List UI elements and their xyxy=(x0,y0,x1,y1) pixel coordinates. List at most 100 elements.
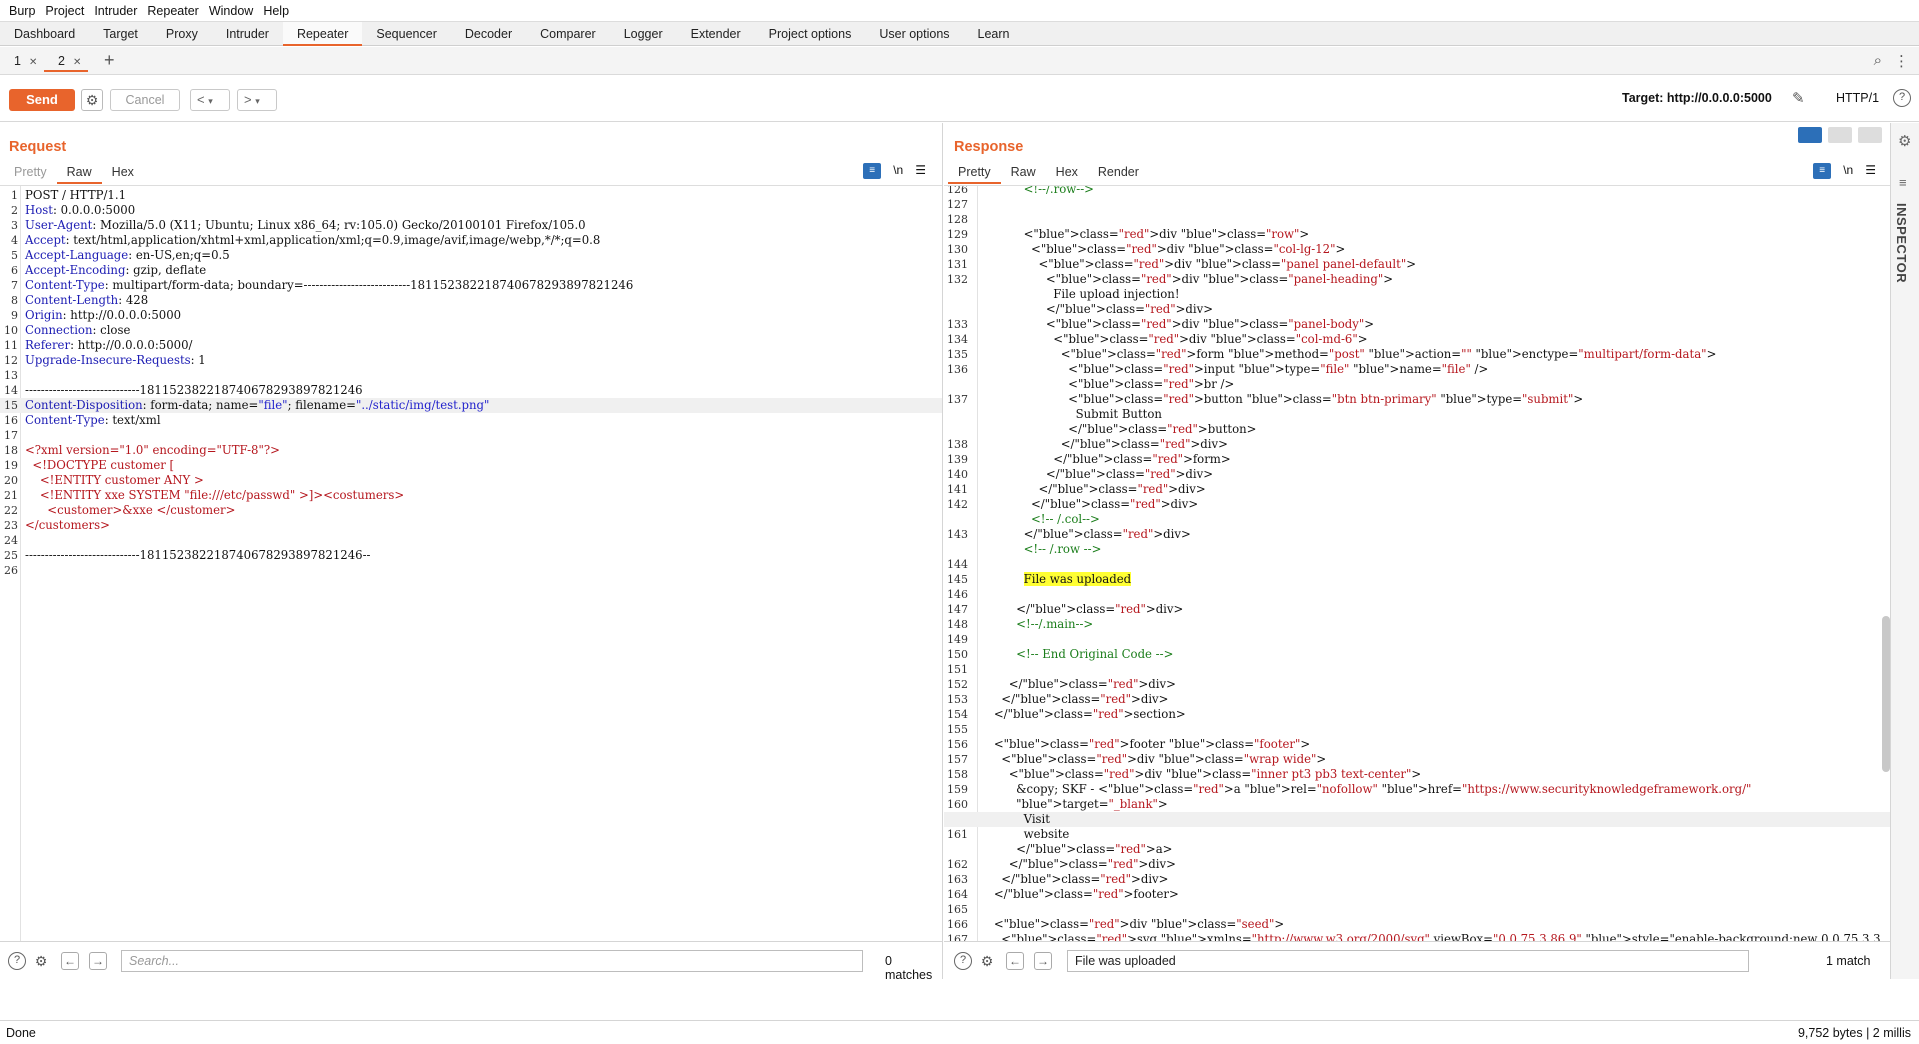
response-scrollbar[interactable] xyxy=(1882,616,1890,772)
response-editor[interactable]: 126 <!--/.row--> 127 128 129 <"blue">class=… xyxy=(944,185,1890,941)
line-number: 12 xyxy=(4,354,18,367)
line-number: 131 xyxy=(947,258,968,271)
response-line: <"blue">class="red">br /> xyxy=(944,377,1890,392)
search-icon[interactable]: ⌕ xyxy=(1874,52,1882,70)
arrow-left-icon[interactable]: ← xyxy=(1006,952,1024,970)
line-number: 159 xyxy=(947,783,968,796)
line-text: <!ENTITY xxe SYSTEM "file:///etc/passwd"… xyxy=(25,488,405,502)
tab-sequencer[interactable]: Sequencer xyxy=(362,22,450,46)
menu-icon[interactable]: ☰ xyxy=(1865,163,1876,179)
gear-icon[interactable]: ⚙ xyxy=(1898,132,1911,150)
tab-raw[interactable]: Raw xyxy=(56,161,102,184)
tab-user-options[interactable]: User options xyxy=(865,22,963,46)
tab-project-options[interactable]: Project options xyxy=(755,22,866,46)
arrow-left-icon[interactable]: ← xyxy=(61,952,79,970)
tab-repeater[interactable]: Repeater xyxy=(282,22,363,46)
line-text: <!-- /.row --> xyxy=(979,542,1102,556)
tab-comparer[interactable]: Comparer xyxy=(526,22,610,46)
request-editor[interactable]: 1 POST / HTTP/1.1 2 Host: 0.0.0.0:5000 3 User… xyxy=(0,185,942,941)
menu-icon[interactable]: ☰ xyxy=(915,163,926,179)
line-text: </"blue">class="red">div> xyxy=(979,692,1169,706)
request-line: 12 Upgrade-Insecure-Requests: 1 xyxy=(0,353,942,368)
response-line: 133 <"blue">class="red">div "blue">class… xyxy=(944,317,1890,332)
request-line: 21 <!ENTITY xxe SYSTEM "file:///etc/pass… xyxy=(0,488,942,503)
line-number: 138 xyxy=(947,438,968,451)
newline-toggle-icon[interactable]: \n xyxy=(1843,163,1853,179)
line-text: Referer: http://0.0.0.0:5000/ xyxy=(25,338,193,352)
tab-intruder[interactable]: Intruder xyxy=(212,22,283,46)
edit-target-icon[interactable]: ✎ xyxy=(1792,89,1805,107)
add-tab-icon[interactable]: + xyxy=(104,50,115,71)
tab-raw[interactable]: Raw xyxy=(1001,161,1046,184)
line-number: 2 xyxy=(11,204,18,217)
protocol-label[interactable]: HTTP/1 xyxy=(1836,91,1879,105)
line-number: 157 xyxy=(947,753,968,766)
menu-repeater[interactable]: Repeater xyxy=(142,4,203,18)
response-match-count: 1 match xyxy=(1826,954,1871,968)
menu-intruder[interactable]: Intruder xyxy=(89,4,142,18)
newline-toggle-icon[interactable]: \n xyxy=(893,163,903,179)
gear-icon[interactable]: ⚙ xyxy=(32,952,50,970)
layout-stacked-icon[interactable] xyxy=(1828,127,1852,143)
tab-proxy[interactable]: Proxy xyxy=(152,22,212,46)
inspector-panel[interactable]: ⚙ ≡ INSPECTOR xyxy=(1890,123,1919,979)
response-line: 162 </"blue">class="red">div> xyxy=(944,857,1890,872)
wrap-lines-icon[interactable]: ≡ xyxy=(863,163,882,179)
line-text: </"blue">class="red">div> xyxy=(979,302,1214,316)
gear-icon[interactable]: ⚙ xyxy=(978,952,996,970)
request-line: 11 Referer: http://0.0.0.0:5000/ xyxy=(0,338,942,353)
send-button[interactable]: Send xyxy=(9,89,75,111)
line-text: Accept-Language: en-US,en;q=0.5 xyxy=(25,248,230,262)
help-icon[interactable]: ? xyxy=(1893,89,1911,107)
tab-hex[interactable]: Hex xyxy=(102,161,144,184)
line-number: 6 xyxy=(11,264,18,277)
inspector-label[interactable]: INSPECTOR xyxy=(1894,203,1909,283)
inspector-lines-icon[interactable]: ≡ xyxy=(1899,175,1907,190)
line-number: 1 xyxy=(11,189,18,202)
tab-logger[interactable]: Logger xyxy=(610,22,677,46)
forward-button[interactable]: > ▾ xyxy=(237,89,277,111)
line-text: Accept: text/html,application/xhtml+xml,… xyxy=(25,233,601,247)
request-search-input[interactable]: Search... xyxy=(121,950,863,972)
wrap-lines-icon[interactable]: ≡ xyxy=(1813,163,1832,179)
layout-side-by-side-icon[interactable] xyxy=(1798,127,1822,143)
layout-tabs-icon[interactable] xyxy=(1858,127,1882,143)
menu-window[interactable]: Window xyxy=(204,4,258,18)
arrow-right-icon[interactable]: → xyxy=(1034,952,1052,970)
line-text: </"blue">class="red">div> xyxy=(979,482,1206,496)
tab-pretty[interactable]: Pretty xyxy=(4,161,57,184)
tab-target[interactable]: Target xyxy=(89,22,152,46)
repeater-tab-1[interactable]: 1 ✕ xyxy=(0,50,44,72)
repeater-tab-2[interactable]: 2 ✕ xyxy=(44,50,88,72)
arrow-right-icon[interactable]: → xyxy=(89,952,107,970)
tab-extender[interactable]: Extender xyxy=(677,22,755,46)
line-number: 160 xyxy=(947,798,968,811)
menu-help[interactable]: Help xyxy=(258,4,294,18)
more-icon[interactable]: ⋮ xyxy=(1894,52,1909,70)
tab-hex[interactable]: Hex xyxy=(1046,161,1088,184)
menu-burp[interactable]: Burp xyxy=(4,4,40,18)
tab-decoder[interactable]: Decoder xyxy=(451,22,526,46)
response-search-input[interactable]: File was uploaded xyxy=(1067,950,1749,972)
line-text: <"blue">class="red">div "blue">class="pa… xyxy=(979,317,1375,331)
tab-render[interactable]: Render xyxy=(1088,161,1149,184)
line-text: <?xml version="1.0" encoding="UTF-8"?> xyxy=(25,443,280,457)
cancel-button[interactable]: Cancel xyxy=(110,89,180,111)
line-number: 14 xyxy=(4,384,18,397)
help-icon[interactable]: ? xyxy=(8,952,26,970)
back-button[interactable]: < ▾ xyxy=(190,89,230,111)
request-line: 4 Accept: text/html,application/xhtml+xml… xyxy=(0,233,942,248)
tab-learn[interactable]: Learn xyxy=(964,22,1024,46)
line-number: 24 xyxy=(4,534,18,547)
menu-project[interactable]: Project xyxy=(40,4,89,18)
request-line: 2 Host: 0.0.0.0:5000 xyxy=(0,203,942,218)
close-icon[interactable]: ✕ xyxy=(29,57,37,68)
tab-pretty[interactable]: Pretty xyxy=(948,161,1001,184)
line-text: </"blue">class="red">button> xyxy=(979,422,1257,436)
request-line: 5 Accept-Language: en-US,en;q=0.5 xyxy=(0,248,942,263)
tab-dashboard[interactable]: Dashboard xyxy=(0,22,89,46)
help-icon[interactable]: ? xyxy=(954,952,972,970)
close-icon[interactable]: ✕ xyxy=(73,57,81,68)
response-pane: Response Pretty Raw Hex Render ≡ \n ☰ 12… xyxy=(944,123,1890,979)
gear-icon[interactable]: ⚙ xyxy=(81,89,103,111)
